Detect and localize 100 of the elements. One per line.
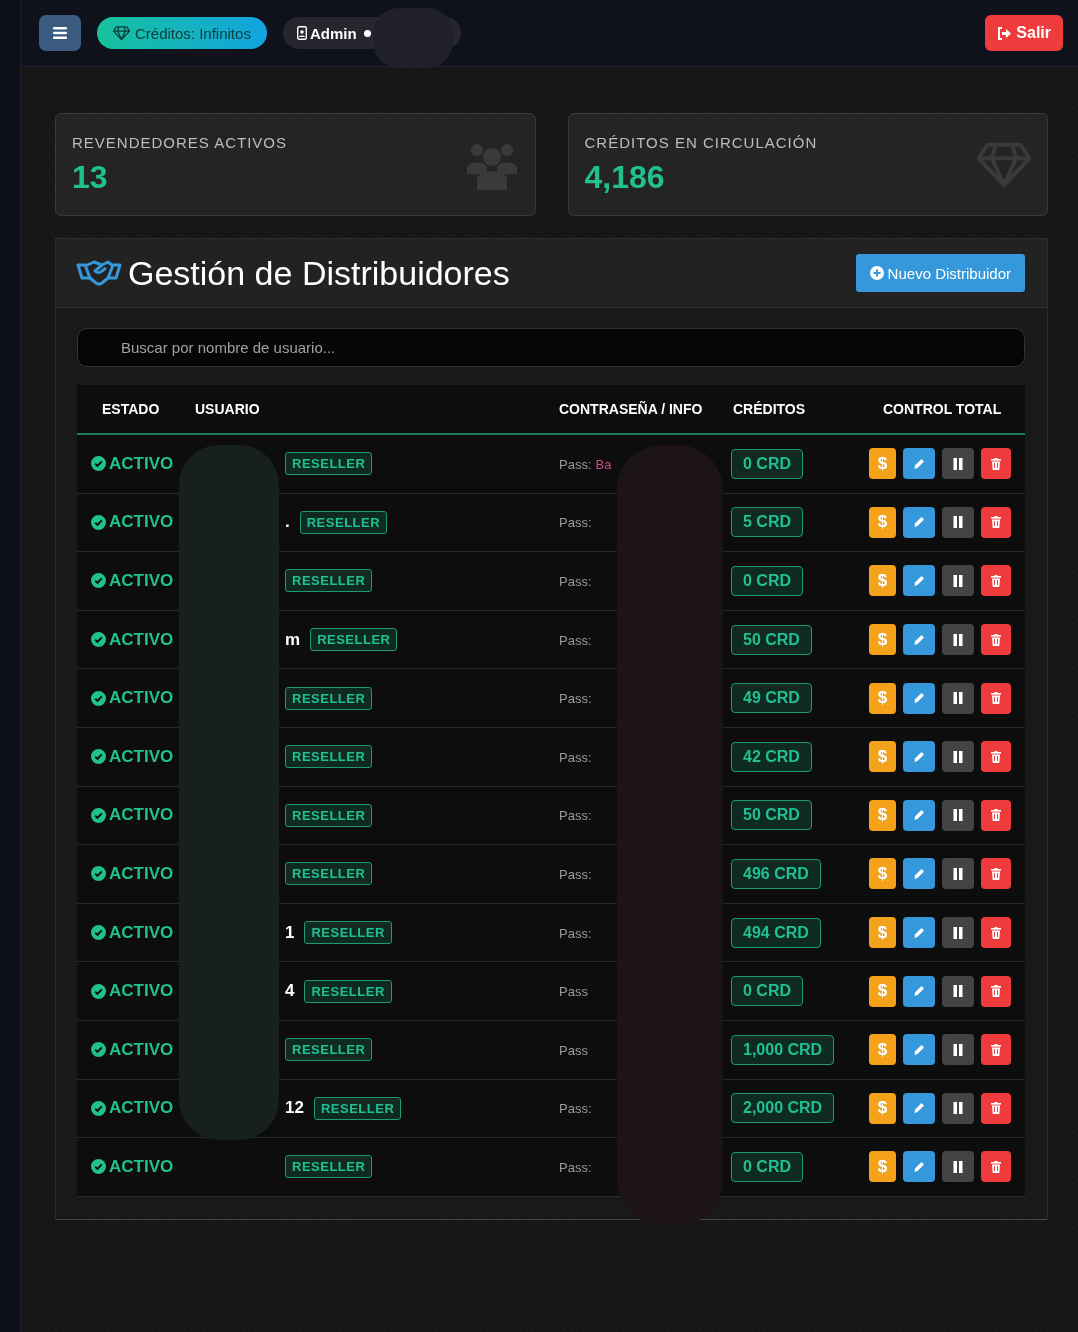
delete-button[interactable] (981, 448, 1011, 480)
credits-badge: 5 CRD (731, 507, 803, 538)
suspend-button[interactable] (942, 1092, 974, 1124)
role-tag: RESELLER (285, 1155, 373, 1179)
suspend-button[interactable] (942, 565, 974, 597)
username: 1 (285, 922, 295, 943)
add-credits-button[interactable]: $ (869, 741, 896, 773)
suspend-button[interactable] (942, 741, 974, 773)
password-text: Pass: (559, 574, 592, 589)
credits-badge: 50 CRD (731, 624, 812, 655)
edit-button[interactable] (903, 917, 935, 949)
delete-button[interactable] (981, 741, 1011, 773)
edit-button[interactable] (903, 565, 935, 597)
plus-circle-icon (869, 266, 884, 280)
logout-icon (997, 26, 1012, 40)
check-circle-icon (91, 632, 106, 648)
edit-button[interactable] (903, 975, 935, 1007)
stat-label: CRÉDITOS EN CIRCULACIÓN (584, 133, 818, 151)
pause-icon (952, 457, 964, 470)
edit-button[interactable] (903, 741, 935, 773)
add-credits-button[interactable]: $ (869, 624, 896, 656)
pause-icon (952, 926, 964, 939)
add-credits-button[interactable]: $ (869, 682, 896, 714)
add-credits-button[interactable]: $ (869, 799, 896, 831)
delete-button[interactable] (981, 1092, 1011, 1124)
trash-icon (991, 1160, 1001, 1173)
password-text: Pass: Ba (559, 456, 612, 472)
suspend-button[interactable] (942, 917, 974, 949)
pencil-icon (913, 1043, 925, 1056)
stat-label: REVENDEDORES ACTIVOS (72, 133, 288, 151)
new-distributor-button[interactable]: Nuevo Distribuidor (855, 254, 1025, 292)
trash-icon (991, 867, 1001, 880)
password-text: Pass: (559, 515, 592, 531)
column-header: ESTADO (102, 401, 160, 417)
password-text: Pass: (559, 1159, 592, 1175)
role-tag: RESELLER (285, 803, 373, 827)
delete-button[interactable] (981, 799, 1011, 831)
suspend-button[interactable] (942, 624, 974, 656)
status-label: ACTIVO (77, 805, 181, 826)
delete-button[interactable] (981, 506, 1011, 538)
menu-button[interactable] (39, 15, 81, 51)
suspend-button[interactable] (942, 1034, 974, 1066)
password-text: Pass: (559, 691, 592, 707)
pause-icon (952, 633, 964, 646)
check-circle-icon (91, 983, 106, 999)
add-credits-button[interactable]: $ (869, 1151, 896, 1183)
edit-button[interactable] (903, 624, 935, 656)
suspend-button[interactable] (942, 448, 974, 480)
trash-icon (991, 516, 1001, 529)
edit-button[interactable] (903, 448, 935, 480)
edit-button[interactable] (903, 1092, 935, 1124)
delete-button[interactable] (981, 565, 1011, 597)
password-text: Pass: (559, 749, 592, 765)
suspend-button[interactable] (942, 1151, 974, 1183)
delete-button[interactable] (981, 682, 1011, 714)
check-circle-icon (91, 1100, 106, 1116)
status-label: ACTIVO (77, 453, 181, 474)
add-credits-button[interactable]: $ (869, 448, 896, 480)
status-label: ACTIVO (77, 981, 181, 1002)
edit-button[interactable] (903, 858, 935, 890)
delete-button[interactable] (981, 917, 1011, 949)
edit-button[interactable] (903, 682, 935, 714)
add-credits-button[interactable]: $ (869, 1092, 896, 1124)
delete-button[interactable] (981, 858, 1011, 890)
credits-badge: 0 CRD (731, 448, 803, 479)
add-credits-button[interactable]: $ (869, 917, 896, 949)
credits-badge: 2,000 CRD (731, 1093, 835, 1124)
suspend-button[interactable] (942, 858, 974, 890)
delete-button[interactable] (981, 975, 1011, 1007)
delete-button[interactable] (981, 1151, 1011, 1183)
logout-button[interactable]: Salir (985, 15, 1063, 51)
status-label: ACTIVO (77, 863, 181, 884)
edit-button[interactable] (903, 1034, 935, 1066)
panel-title: Gestión de Distribuidores (128, 253, 511, 293)
add-credits-button[interactable]: $ (869, 565, 896, 597)
role-tag: RESELLER (285, 569, 373, 593)
suspend-button[interactable] (942, 682, 974, 714)
add-credits-button[interactable]: $ (869, 858, 896, 890)
delete-button[interactable] (981, 624, 1011, 656)
add-credits-button[interactable]: $ (869, 1034, 896, 1066)
credits-badge: 50 CRD (731, 800, 812, 831)
trash-icon (991, 575, 1001, 587)
suspend-button[interactable] (942, 975, 974, 1007)
pencil-icon (913, 633, 925, 646)
suspend-button[interactable] (942, 506, 974, 538)
pause-icon (952, 867, 964, 880)
pause-icon (952, 516, 964, 529)
password-text: Pass (559, 1042, 588, 1058)
edit-button[interactable] (903, 799, 935, 831)
edit-button[interactable] (903, 1151, 935, 1183)
credits-badge: Créditos: Infinitos (97, 17, 267, 49)
add-credits-button[interactable]: $ (869, 975, 896, 1007)
edit-button[interactable] (903, 506, 935, 538)
add-credits-button[interactable]: $ (869, 506, 896, 538)
suspend-button[interactable] (942, 799, 974, 831)
status-label: ACTIVO (77, 629, 181, 650)
column-header: CONTROL TOTAL (883, 401, 1002, 417)
search-field[interactable]: Buscar por nombre de usuario... (77, 328, 1025, 367)
pause-icon (952, 985, 964, 998)
delete-button[interactable] (981, 1034, 1011, 1066)
